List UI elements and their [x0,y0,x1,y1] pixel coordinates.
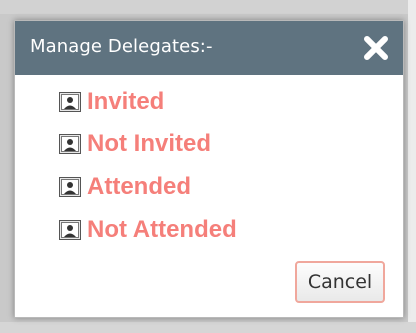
dialog-titlebar: Manage Delegates:- [15,21,403,75]
contact-card-icon [59,92,81,112]
option-label: Not Attended [87,216,237,243]
background-top [0,0,416,14]
option-label: Invited [87,88,165,115]
cancel-button[interactable]: Cancel [295,261,385,303]
contact-card-icon [59,134,81,154]
option-attended[interactable]: Attended [59,172,191,202]
option-label: Not Invited [87,130,211,157]
option-label: Attended [87,173,191,200]
dialog-body: Invited Not Invited Attended Not Attende… [15,75,403,317]
contact-card-icon [59,220,81,240]
dialog-title: Manage Delegates:- [30,36,213,57]
background-bottom [0,322,416,333]
manage-delegates-dialog: Manage Delegates:- Invited Not Invited A… [14,20,404,318]
option-not-attended[interactable]: Not Attended [59,215,237,245]
option-not-invited[interactable]: Not Invited [59,129,211,159]
contact-card-icon [59,177,81,197]
close-x-icon[interactable] [361,33,391,63]
background-right-strip [408,0,416,333]
option-invited[interactable]: Invited [59,87,164,117]
